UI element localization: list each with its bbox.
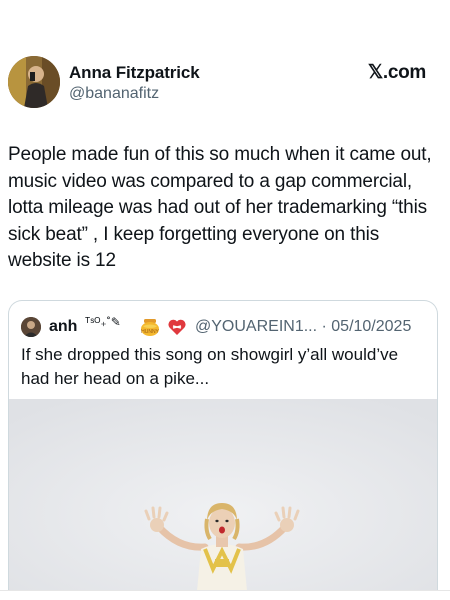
screenshot-frame: Anna Fitzpatrick @bananafitz 𝕏.com Peopl… — [0, 0, 450, 600]
quoted-tweet-header: anh ᵀˢᴼ₊˚✎ HUNNY @YOUAREIN1... · 05/10/2… — [21, 315, 431, 339]
quoted-handle-and-date[interactable]: @YOUAREIN1... · 05/10/2025 — [195, 318, 411, 336]
tweet-header: Anna Fitzpatrick @bananafitz 𝕏.com — [8, 55, 438, 111]
tweet-text: People made fun of this so much when it … — [8, 144, 432, 271]
quoted-author-avatar[interactable] — [21, 317, 41, 337]
mending-heart-icon — [167, 317, 187, 337]
quoted-media-image[interactable] — [9, 399, 437, 591]
quoted-tweet[interactable]: anh ᵀˢᴼ₊˚✎ HUNNY @YOUAREIN1... · 05/10/2… — [8, 300, 438, 591]
honey-pot-icon: HUNNY — [139, 317, 161, 337]
quoted-author-name[interactable]: anh — [49, 318, 77, 336]
author-avatar-image — [8, 56, 60, 108]
quoted-tweet-text: If she dropped this song on showgirl y’a… — [21, 345, 399, 388]
x-com-logo: 𝕏.com — [367, 62, 426, 83]
quoted-author-name-decoration: ᵀˢᴼ₊˚✎ — [85, 315, 121, 329]
music-video-still — [9, 399, 437, 591]
author-handle[interactable]: @bananafitz — [69, 85, 159, 103]
bottom-divider — [0, 590, 450, 591]
quoted-author-avatar-image — [21, 317, 41, 337]
author-avatar[interactable] — [8, 56, 60, 108]
author-name[interactable]: Anna Fitzpatrick — [69, 63, 200, 83]
svg-text:HUNNY: HUNNY — [141, 329, 159, 335]
